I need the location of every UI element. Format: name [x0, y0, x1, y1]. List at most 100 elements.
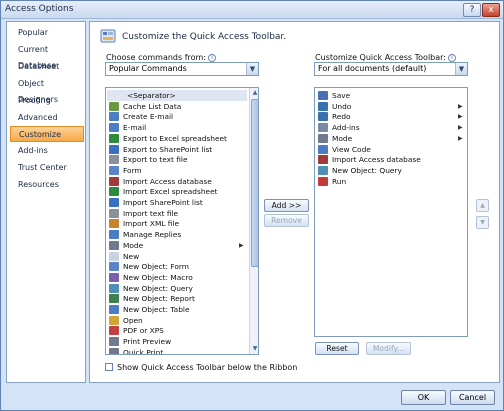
query-icon — [109, 283, 119, 293]
scroll-down-icon[interactable]: ▼ — [250, 344, 258, 354]
list-item[interactable]: Export to text file — [107, 154, 247, 165]
list-item[interactable]: New Object: Table — [107, 304, 247, 315]
list-item-label: Create E-mail — [123, 112, 174, 122]
sharepoint-icon — [109, 198, 119, 207]
move-down-button[interactable]: ▼ — [476, 216, 489, 229]
list-item[interactable]: Form — [107, 165, 247, 176]
show-below-ribbon-checkbox[interactable] — [105, 363, 113, 371]
list-item[interactable]: New — [107, 251, 247, 262]
nav-item-resources[interactable]: Resources — [10, 177, 84, 193]
chevron-down-icon[interactable]: ▼ — [246, 63, 258, 75]
chevron-right-icon: ▶ — [458, 102, 463, 110]
list-item[interactable]: Import text file — [107, 208, 247, 219]
customize-for-combo[interactable]: For all documents (default) ▼ — [314, 62, 468, 76]
list-item[interactable]: Open — [107, 315, 247, 326]
list-item[interactable]: Import SharePoint list — [107, 197, 247, 208]
left-list-scrollbar[interactable]: ▲ ▼ — [249, 88, 258, 354]
list-item-label: Mode — [332, 133, 353, 143]
chevron-right-icon: ▶ — [458, 113, 463, 121]
nav-item-popular[interactable]: Popular — [10, 25, 84, 41]
list-item[interactable]: View Code — [316, 144, 466, 155]
nav-item-add-ins[interactable]: Add-ins — [10, 143, 84, 159]
nav-item-customize[interactable]: Customize — [10, 126, 84, 142]
chevron-right-icon: ▶ — [458, 124, 463, 132]
list-item[interactable]: Redo ▶ — [316, 111, 466, 122]
scroll-thumb[interactable] — [251, 99, 258, 267]
list-item[interactable]: Run — [316, 176, 466, 187]
list-item[interactable]: Quick Print — [107, 347, 247, 354]
nav-item-current-database[interactable]: Current Database — [10, 42, 84, 70]
chevron-down-icon[interactable]: ▼ — [455, 63, 467, 75]
cancel-button[interactable]: Cancel — [450, 390, 495, 405]
form-icon — [109, 262, 119, 272]
list-item[interactable]: Create E-mail — [107, 111, 247, 122]
new-icon — [109, 251, 119, 261]
list-item[interactable]: Export to Excel spreadsheet — [107, 133, 247, 144]
list-item[interactable]: Import Excel spreadsheet — [107, 186, 247, 197]
list-item[interactable]: Print Preview — [107, 336, 247, 347]
list-item[interactable]: <Separator> — [107, 90, 247, 101]
list-item-label: Open — [123, 315, 143, 325]
list-item-label: Import XML file — [123, 219, 180, 229]
list-item[interactable]: New Object: Query — [316, 165, 466, 176]
list-item[interactable]: Cache List Data — [107, 101, 247, 112]
choose-commands-label: Choose commands from: i — [106, 53, 217, 62]
choose-commands-combo[interactable]: Popular Commands ▼ — [105, 62, 259, 76]
cache-icon — [109, 101, 119, 111]
add-button[interactable]: Add >> — [264, 199, 309, 212]
list-item[interactable]: Mode ▶ — [316, 133, 466, 144]
list-item[interactable]: Undo ▶ — [316, 101, 466, 112]
nav-item-datasheet[interactable]: Datasheet — [10, 59, 84, 75]
nav-item-proofing[interactable]: Proofing — [10, 93, 84, 109]
sharepoint-icon — [109, 144, 119, 154]
list-item[interactable]: Save — [316, 90, 466, 101]
close-button[interactable]: x — [482, 3, 500, 17]
available-commands-list[interactable]: ▲ ▼ <Separator> Cache List Data Create E-m… — [105, 87, 259, 355]
move-up-button[interactable]: ▲ — [476, 199, 489, 212]
options-nav: Popular Current Database Datasheet Objec… — [6, 21, 86, 383]
list-item-label: PDF or XPS — [123, 326, 164, 336]
ok-button[interactable]: OK — [401, 390, 446, 405]
reset-button[interactable]: Reset — [315, 342, 359, 355]
list-item[interactable]: Export to SharePoint list — [107, 144, 247, 155]
list-item[interactable]: New Object: Macro — [107, 272, 247, 283]
list-item[interactable]: Import Access database — [107, 176, 247, 187]
list-item[interactable]: Add-ins ▶ — [316, 122, 466, 133]
list-item[interactable]: Import Access database — [316, 154, 466, 165]
remove-button[interactable]: Remove — [264, 214, 309, 227]
info-icon: i — [208, 53, 217, 62]
save-icon — [318, 91, 328, 100]
nav-item-advanced[interactable]: Advanced — [10, 110, 84, 126]
list-item-label: New Object: Query — [123, 283, 193, 293]
text-file-icon — [109, 208, 119, 218]
print-icon — [109, 347, 119, 354]
access-options-window: Access Options ? x Popular Current Datab… — [0, 0, 504, 411]
list-item-label: Import Excel spreadsheet — [123, 187, 218, 197]
toolbar-commands-list[interactable]: Save Undo ▶ Redo ▶ Add-ins ▶ Mode ▶ View Code Impo… — [314, 87, 468, 337]
list-item[interactable]: New Object: Form — [107, 261, 247, 272]
list-item-label: New Object: Report — [123, 294, 195, 304]
pdf-icon — [109, 326, 119, 336]
access-icon — [318, 155, 328, 165]
title-bar: Access Options ? x — [1, 1, 503, 19]
list-item[interactable]: Import XML file — [107, 218, 247, 229]
list-item[interactable]: E-mail — [107, 122, 247, 133]
list-item[interactable]: Mode ▶ — [107, 240, 247, 251]
mode-icon — [318, 133, 328, 143]
query-icon — [318, 165, 328, 175]
list-item[interactable]: New Object: Report — [107, 293, 247, 304]
list-item-label: Import Access database — [332, 155, 421, 165]
help-icon: ? — [469, 5, 475, 15]
modify-button[interactable]: Modify... — [366, 342, 411, 355]
folder-icon — [109, 315, 119, 325]
list-item-label: New Object: Form — [123, 262, 189, 272]
help-button[interactable]: ? — [463, 3, 481, 17]
panel-header: Customize the Quick Access Toolbar. — [122, 32, 287, 42]
chevron-right-icon: ▶ — [458, 134, 463, 142]
scroll-up-icon[interactable]: ▲ — [250, 88, 258, 98]
nav-item-trust-center[interactable]: Trust Center — [10, 160, 84, 176]
list-item[interactable]: Manage Replies — [107, 229, 247, 240]
list-item[interactable]: PDF or XPS — [107, 325, 247, 336]
nav-item-object-designers[interactable]: Object Designers — [10, 76, 84, 104]
list-item[interactable]: New Object: Query — [107, 283, 247, 294]
